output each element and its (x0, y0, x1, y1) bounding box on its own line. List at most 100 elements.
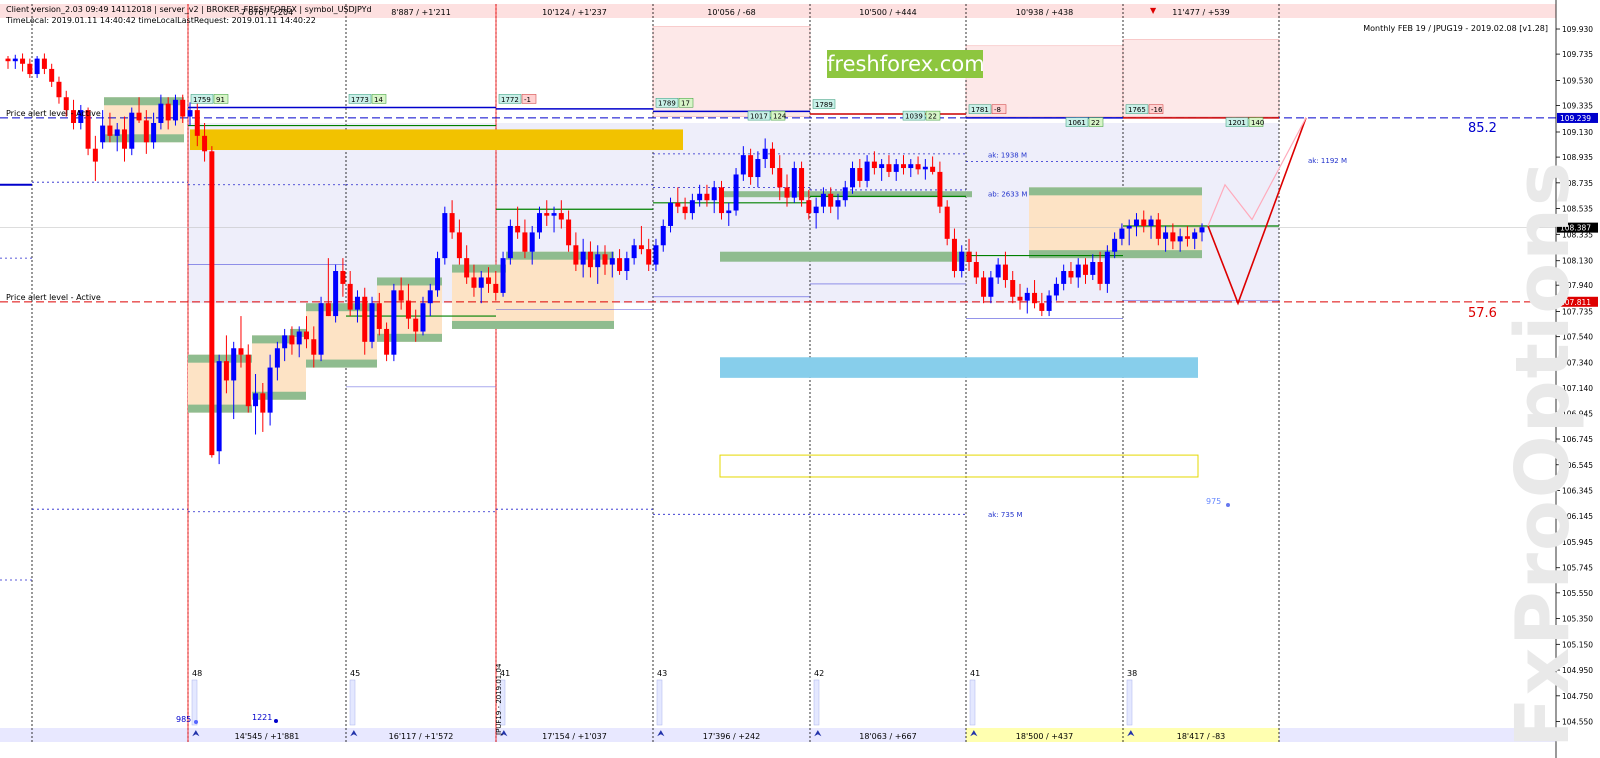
price-chart[interactable]: Price alert level - Active Price alert le… (0, 0, 1600, 758)
misc-label: 985 (176, 715, 191, 724)
candle-body (1010, 280, 1016, 297)
candle-body (1090, 262, 1096, 275)
volume-label: 48 (192, 669, 202, 678)
candle-body (216, 361, 222, 452)
candle-body (223, 361, 229, 381)
candle-body (304, 331, 309, 340)
candle-body (769, 148, 775, 169)
up-arrow-icon: ⮝ (814, 729, 822, 739)
candle-body (296, 331, 302, 345)
candle-body (194, 110, 200, 136)
candle-body (114, 129, 120, 136)
sky-zone (720, 357, 1198, 378)
green-band (720, 251, 972, 262)
candle-body (813, 206, 819, 214)
alert-arrow-icon: ▼ (1150, 6, 1157, 15)
session-zone (810, 122, 966, 304)
candle-body (631, 245, 637, 259)
volume-annotation: ak: 735 M (988, 511, 1023, 519)
candle-body (697, 193, 703, 201)
badge-delta: 91 (216, 96, 225, 104)
candle-body (333, 271, 339, 317)
candle-body (1155, 219, 1161, 239)
candle-body (580, 251, 586, 265)
volume-bar (191, 679, 198, 726)
axis-tick-label: 109.130 (1562, 128, 1593, 137)
candle-body (151, 122, 157, 143)
session-bottom-label: 17'396 / +242 (703, 732, 760, 741)
zone-band-bottom (506, 320, 614, 329)
session-top-label: 10'938 / +438 (1016, 8, 1073, 17)
candle-body (486, 277, 492, 284)
candle-body (551, 213, 557, 216)
candle-body (1075, 264, 1081, 278)
badge-delta: 22 (1091, 119, 1100, 127)
session-top-label: 10'500 / +444 (859, 8, 916, 17)
candle-body (507, 225, 513, 259)
candle-body (340, 271, 346, 284)
candle-body (871, 161, 877, 169)
axis-tick-label: 109.735 (1562, 50, 1593, 59)
candle-body (879, 164, 885, 169)
candle-body (762, 148, 768, 160)
level-value-label: 85.2 (1468, 121, 1497, 136)
candle-body (791, 168, 797, 198)
candle-body (5, 58, 11, 62)
marker-dot (1226, 503, 1230, 507)
up-arrow-icon: ⮝ (192, 729, 200, 739)
session-bottom-label: 16'117 / +1'572 (389, 732, 454, 741)
badge-delta: 17 (681, 100, 690, 108)
candle-body (1017, 296, 1023, 301)
candle-body (966, 251, 972, 263)
candle-body (253, 393, 259, 407)
badge-count: 1759 (193, 96, 211, 104)
candle-body (828, 193, 834, 207)
badge-delta: -8 (994, 106, 1001, 114)
volume-label: 38 (1127, 669, 1137, 678)
candle-body (260, 393, 266, 413)
badge-delta: 14 (374, 96, 383, 104)
candle-body (1141, 219, 1147, 226)
candle-body (981, 277, 987, 297)
candle-body (49, 68, 55, 82)
candle-body (835, 200, 841, 207)
badge-count: 1201 (1228, 119, 1246, 127)
candle-body (282, 335, 288, 349)
candle-body (558, 213, 564, 220)
candle-body (478, 277, 484, 288)
session-bottom-label: 17'154 / +1'037 (542, 732, 607, 741)
candle-body (362, 296, 368, 342)
candle-body (1170, 232, 1176, 242)
badge-delta: 140 (1251, 119, 1264, 127)
candle-body (376, 303, 382, 329)
watermark: FxProOptions (1500, 160, 1586, 749)
bottom-status-bar (0, 728, 1556, 742)
contract-date-label: JPUF19 - 2019.01.04 (495, 663, 503, 736)
candle-body (442, 213, 448, 259)
brand-logo[interactable]: freshforex.com (827, 50, 985, 78)
candle-body (369, 303, 375, 342)
candle-body (689, 200, 695, 214)
badge-count: 1772 (501, 96, 519, 104)
candle-body (988, 277, 994, 297)
candle-body (209, 151, 215, 456)
candle-body (180, 99, 186, 117)
candle-body (1119, 228, 1125, 239)
session-top-label: 8'887 / +1'211 (391, 8, 451, 17)
candle-body (12, 58, 18, 62)
candle-body (842, 187, 848, 201)
level-value-label: 57.6 (1468, 306, 1497, 321)
candle-body (391, 290, 397, 355)
candle-body (420, 303, 426, 332)
volume-annotation: ak: 1192 M (1308, 157, 1347, 165)
up-arrow-icon: ⮝ (350, 729, 358, 739)
candle-body (289, 335, 295, 345)
candle-body (20, 58, 26, 64)
candle-body (121, 129, 127, 149)
badge-count: 1773 (351, 96, 369, 104)
candle-body (668, 202, 674, 226)
candle-body (1104, 251, 1110, 284)
candle-body (922, 166, 928, 170)
candle-body (456, 232, 462, 259)
volume-label: 42 (814, 669, 824, 678)
